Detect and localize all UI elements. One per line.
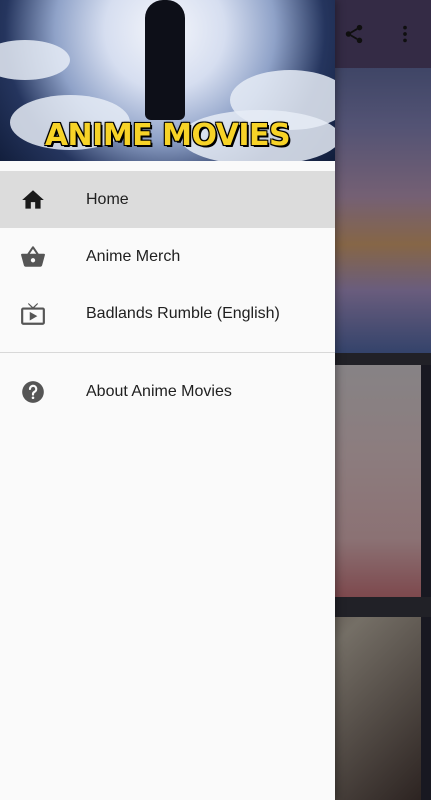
home-icon <box>20 187 46 213</box>
drawer-menu: Home Anime Merch Badlands Rumble (Englis… <box>0 161 335 420</box>
drawer-item-anime-merch[interactable]: Anime Merch <box>0 228 335 285</box>
drawer-divider <box>0 352 335 353</box>
drawer-item-home[interactable]: Home <box>0 171 335 228</box>
drawer-header-image: ANIME MOVIES <box>0 0 335 161</box>
drawer-item-label: Anime Merch <box>86 247 181 265</box>
help-circle-icon <box>20 379 46 405</box>
drawer-item-label: Home <box>86 190 129 208</box>
character-silhouette <box>145 0 185 120</box>
navigation-drawer: ANIME MOVIES Home Anime Merch Badlands R… <box>0 0 335 800</box>
shopping-basket-icon <box>20 244 46 270</box>
drawer-item-badlands-rumble[interactable]: Badlands Rumble (English) <box>0 285 335 342</box>
drawer-item-label: About Anime Movies <box>86 382 232 400</box>
cloud-shape <box>0 40 70 80</box>
drawer-item-about[interactable]: About Anime Movies <box>0 363 335 420</box>
live-tv-icon <box>20 301 46 327</box>
drawer-item-label: Badlands Rumble (English) <box>86 304 280 322</box>
header-title: ANIME MOVIES <box>44 118 291 153</box>
